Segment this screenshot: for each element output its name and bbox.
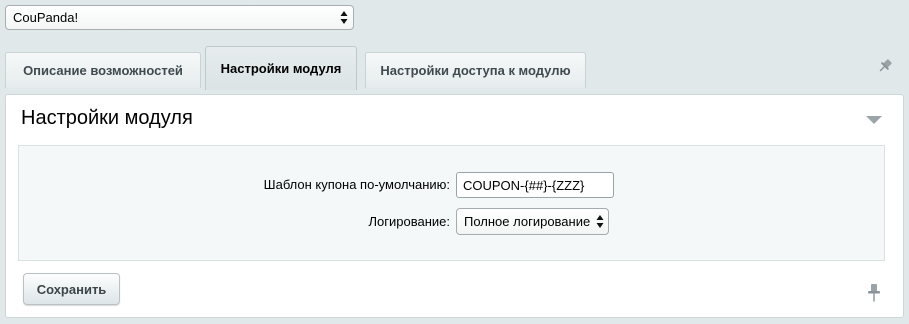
coupon-template-input[interactable] [456, 172, 614, 198]
tab-features-label: Описание возможностей [23, 63, 183, 78]
module-select[interactable]: CouPanda! [5, 5, 354, 30]
settings-form: Шаблон купона по-умолчанию: Логирование:… [18, 145, 885, 261]
logging-select[interactable]: Полное логирование [456, 208, 609, 235]
module-settings-panel: Настройки модуля Шаблон купона по-умолча… [5, 94, 904, 318]
panel-title: Настройки модуля [21, 107, 193, 129]
tab-module-settings[interactable]: Настройки модуля [205, 46, 357, 90]
pushpin-icon[interactable] [876, 57, 894, 75]
save-button-label: Сохранить [36, 281, 107, 297]
coupon-template-label: Шаблон купона по-умолчанию: [263, 177, 450, 192]
tab-access-settings[interactable]: Настройки доступа к модулю [365, 52, 586, 88]
triangle-down-icon[interactable] [865, 114, 883, 126]
tab-module-settings-label: Настройки модуля [220, 61, 342, 76]
logging-select-value: Полное логирование [464, 214, 591, 229]
updown-arrows-icon [340, 11, 348, 24]
module-select-value: CouPanda! [13, 10, 79, 25]
tab-features[interactable]: Описание возможностей [5, 52, 201, 88]
tab-access-settings-label: Настройки доступа к модулю [380, 63, 571, 78]
pin-icon[interactable] [867, 283, 881, 303]
logging-label: Логирование: [368, 214, 451, 229]
save-button[interactable]: Сохранить [23, 273, 120, 305]
updown-arrows-icon [596, 215, 604, 228]
